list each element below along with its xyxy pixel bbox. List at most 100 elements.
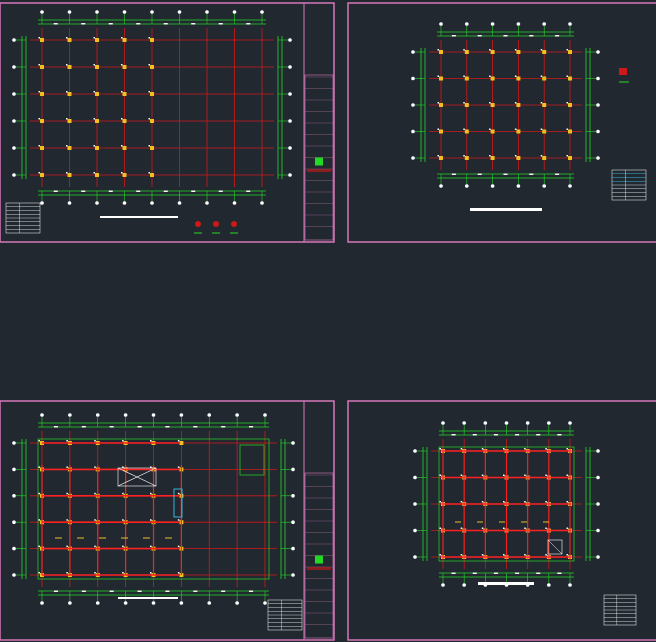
structural-column <box>95 173 99 177</box>
axis-bubble <box>596 50 600 54</box>
axis-bubble <box>177 10 182 14</box>
column-tag <box>38 118 40 120</box>
axis-bubble <box>12 546 16 551</box>
axis-bubble <box>516 22 521 26</box>
structural-column <box>95 65 99 69</box>
sheet-4[interactable] <box>347 400 656 641</box>
axis-bubble <box>150 201 154 205</box>
dimension-text <box>557 434 562 436</box>
cad-viewport[interactable] <box>0 0 656 642</box>
axis-bubble <box>288 119 292 123</box>
structural-column <box>439 50 443 54</box>
column-tag <box>503 501 505 503</box>
column-tag <box>463 128 465 130</box>
axis-bubble <box>288 38 292 42</box>
structural-column <box>464 129 469 134</box>
axis-bubble <box>123 601 128 605</box>
axis-bubble <box>547 421 551 425</box>
column-tag <box>66 172 68 174</box>
column-tag <box>66 466 68 468</box>
column-tag <box>121 118 123 120</box>
axis-bubble <box>411 76 415 81</box>
column-tag <box>38 545 40 548</box>
dimension-text <box>81 426 86 428</box>
pile-cap <box>441 528 445 533</box>
structural-column <box>122 92 127 96</box>
dimension-text <box>557 572 562 574</box>
axis-bubble <box>12 146 16 150</box>
detail-marker <box>619 68 629 83</box>
sheet-3[interactable] <box>0 400 335 641</box>
column-tag <box>503 554 505 556</box>
column-tag <box>566 155 568 157</box>
axis-bubble <box>12 441 16 445</box>
column-tag <box>566 128 568 130</box>
column-tag <box>122 545 124 548</box>
pile-cap <box>568 528 572 533</box>
axis-bubble <box>288 92 292 96</box>
dimension-text <box>191 23 196 25</box>
logo-stamp <box>315 157 323 166</box>
sheet-1[interactable] <box>0 2 335 243</box>
axis-bubble <box>40 201 44 205</box>
legend-table <box>5 202 41 234</box>
column-tag <box>437 155 439 157</box>
structural-column <box>568 50 572 54</box>
axis-bubble <box>151 413 156 417</box>
structural-column <box>464 156 469 160</box>
structural-column <box>150 65 154 69</box>
pile-cap <box>441 502 445 506</box>
axis-bubble <box>439 184 443 188</box>
dimension-text <box>53 590 58 592</box>
pile-cap <box>568 555 572 559</box>
dimension-text <box>137 426 142 428</box>
column-tag <box>460 554 463 556</box>
structural-column <box>67 119 72 123</box>
dimension-text <box>555 35 560 37</box>
column-tag <box>177 466 180 468</box>
pile-cap <box>568 475 572 480</box>
dimension-text <box>136 190 141 192</box>
structural-column <box>95 119 99 123</box>
axis-bubble <box>232 201 237 205</box>
structural-column <box>516 129 521 134</box>
column-tag <box>93 118 95 120</box>
column-tag <box>489 75 491 77</box>
pile-cap <box>526 449 530 453</box>
column-tag <box>463 49 465 51</box>
column-tag <box>545 501 547 503</box>
pile-cap <box>441 475 445 480</box>
structural-column <box>40 65 44 69</box>
column-tag <box>66 519 68 521</box>
axis-bubble <box>40 413 44 417</box>
structural-column <box>95 92 99 96</box>
axis-bubble <box>411 103 415 107</box>
column-tag <box>94 466 96 468</box>
axis-bubble <box>411 129 415 134</box>
column-tag <box>524 554 526 556</box>
dimension-text <box>218 190 223 192</box>
column-tag <box>66 545 68 548</box>
dimension-text <box>221 426 226 428</box>
column-tag <box>38 64 40 66</box>
dimension-text <box>218 23 223 25</box>
axis-bubble <box>439 22 443 26</box>
axis-bubble <box>67 10 72 14</box>
column-tag <box>94 492 96 495</box>
axis-bubble <box>179 601 184 605</box>
axis-bubble <box>568 421 572 425</box>
pile-cap <box>526 475 530 480</box>
sheet-2[interactable] <box>347 2 656 243</box>
structural-column <box>40 38 44 42</box>
axis-bubble <box>207 413 212 417</box>
column-tag <box>38 466 40 468</box>
dimension-text <box>136 23 141 25</box>
axis-bubble <box>291 573 295 577</box>
axis-bubble <box>411 50 415 54</box>
column-tag <box>514 102 517 104</box>
title-block-strip <box>307 567 331 571</box>
dimension-text <box>451 35 456 37</box>
column-tag <box>481 527 484 529</box>
axis-bubble <box>596 555 600 559</box>
axis-bubble <box>288 173 292 177</box>
